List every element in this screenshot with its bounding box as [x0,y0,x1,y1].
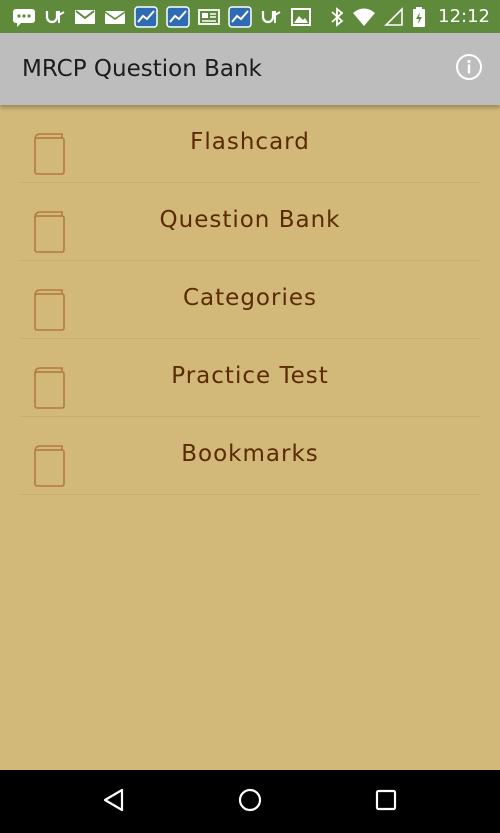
usb-icon [260,6,282,28]
back-icon [101,787,127,817]
image-icon [290,6,312,28]
wifi-icon [352,6,376,28]
mail-icon [104,6,126,28]
navigation-bar [0,770,500,833]
menu-item-practice-test[interactable]: Practice Test [20,339,480,417]
recents-button[interactable] [366,782,406,822]
menu-item-label: Categories [183,285,317,311]
info-button[interactable] [454,54,484,84]
status-time: 12:12 [438,6,490,27]
info-icon [455,53,483,85]
stock-app-icon [228,5,252,28]
menu-item-bookmarks[interactable]: Bookmarks [20,417,480,495]
battery-charging-icon [412,6,426,28]
home-button[interactable] [230,782,270,822]
menu-item-label: Flashcard [190,129,310,155]
menu-item-label: Bookmarks [181,441,319,467]
bluetooth-icon [330,6,344,28]
menu-item-categories[interactable]: Categories [20,261,480,339]
notification-icons [12,5,312,28]
status-bar: 12:12 [0,0,500,33]
recents-icon [374,788,398,816]
system-icons: 12:12 [330,6,490,28]
gmail-icon [74,6,96,28]
app-screen: 12:12 MRCP Question Bank Flashcard Quest… [0,0,500,833]
home-icon [237,787,263,817]
menu-list: Flashcard Question Bank Categories Pract… [20,105,480,495]
menu-item-flashcard[interactable]: Flashcard [20,105,480,183]
news-icon [198,6,220,28]
app-bar: MRCP Question Bank [0,33,500,105]
menu-item-question-bank[interactable]: Question Bank [20,183,480,261]
usb-icon [44,6,66,28]
menu-item-label: Question Bank [159,207,341,233]
stock-app-icon [166,5,190,28]
menu-item-label: Practice Test [171,363,329,389]
chat-icon [12,6,36,28]
stock-app-icon [134,5,158,28]
app-title: MRCP Question Bank [22,56,262,82]
back-button[interactable] [94,782,134,822]
cellular-signal-icon [384,6,404,28]
